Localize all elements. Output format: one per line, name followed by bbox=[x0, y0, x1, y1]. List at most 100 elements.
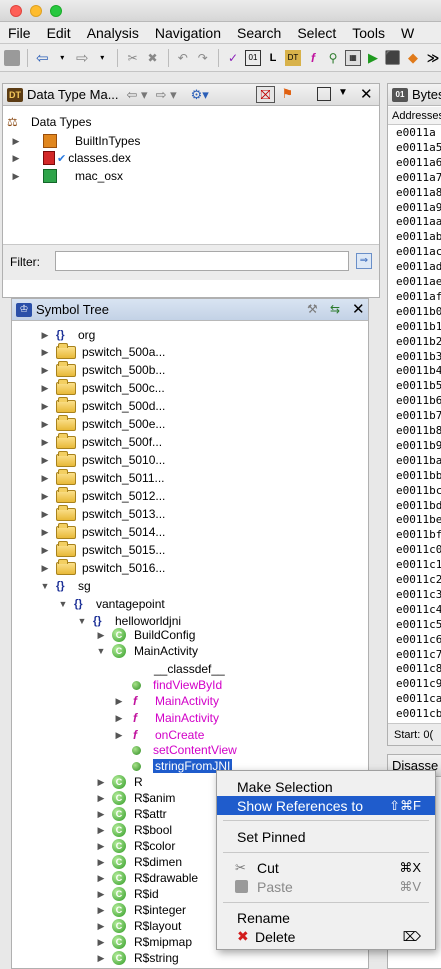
expand-arrow-icon[interactable]: ▶ bbox=[96, 857, 106, 868]
address-row[interactable]: e0011b1 bbox=[396, 320, 441, 334]
make-selection-menu-item[interactable]: Make Selection bbox=[217, 777, 435, 796]
filter-input[interactable] bbox=[55, 251, 349, 271]
address-row[interactable]: e0011a bbox=[396, 126, 436, 140]
archive-icon[interactable]: ⚑ bbox=[278, 86, 297, 103]
expand-arrow-icon[interactable]: ▶ bbox=[96, 937, 106, 948]
collapse-arrow-icon[interactable]: ▼ bbox=[40, 581, 50, 591]
tree-item-mainactivity[interactable]: ▼CMainActivity bbox=[96, 643, 198, 659]
menu-analysis[interactable]: Analysis bbox=[79, 25, 147, 41]
address-row[interactable]: e0011bb bbox=[396, 469, 441, 483]
expand-arrow-icon[interactable]: ▶ bbox=[11, 153, 21, 164]
address-row[interactable]: e0011c3 bbox=[396, 588, 441, 602]
address-row[interactable]: e0011ca bbox=[396, 692, 441, 706]
tree-item-pswitch[interactable]: ▶pswitch_5012... bbox=[40, 488, 165, 504]
delete-menu-item[interactable]: ✖Delete⌦ bbox=[217, 927, 435, 946]
tree-item-pswitch[interactable]: ▶pswitch_500d... bbox=[40, 398, 165, 414]
menu-tools[interactable]: Tools bbox=[344, 25, 393, 41]
expand-arrow-icon[interactable]: ▶ bbox=[40, 347, 50, 358]
tree-item-pswitch[interactable]: ▶pswitch_500f... bbox=[40, 434, 162, 450]
back-arrow-icon[interactable]: ⇦ bbox=[34, 50, 50, 66]
address-row[interactable]: e0011bc bbox=[396, 484, 441, 498]
tree-item-sg[interactable]: ▼{}sg bbox=[40, 578, 91, 594]
address-row[interactable]: e0011ae bbox=[396, 275, 441, 289]
tree-item-builtintypes[interactable]: ▶ BuiltInTypes bbox=[11, 133, 140, 149]
overflow-icon[interactable]: ≫ bbox=[425, 50, 441, 66]
collapse-arrow-icon[interactable]: ▼ bbox=[77, 616, 87, 626]
filter-options-icon[interactable]: ⇒ bbox=[356, 253, 372, 269]
expand-arrow-icon[interactable]: ▶ bbox=[96, 921, 106, 932]
tree-item-vantagepoint[interactable]: ▼{}vantagepoint bbox=[58, 596, 165, 612]
address-row[interactable]: e0011b8 bbox=[396, 424, 441, 438]
undo-icon[interactable]: ↶ bbox=[175, 50, 191, 66]
tree-item-r-mipmap[interactable]: ▶CR$mipmap bbox=[96, 934, 192, 950]
memory-icon[interactable]: ▦ bbox=[345, 50, 361, 66]
tree-item-org[interactable]: ▶{}org bbox=[40, 327, 95, 343]
menu-edit[interactable]: Edit bbox=[39, 25, 79, 41]
address-row[interactable]: e0011aa bbox=[396, 215, 441, 229]
rename-menu-item[interactable]: Rename bbox=[217, 908, 435, 927]
expand-arrow-icon[interactable]: ▶ bbox=[40, 401, 50, 412]
expand-arrow-icon[interactable]: ▶ bbox=[40, 545, 50, 556]
expand-arrow-icon[interactable]: ▶ bbox=[40, 509, 50, 520]
expand-arrow-icon[interactable]: ▶ bbox=[40, 330, 50, 341]
expand-arrow-icon[interactable]: ▶ bbox=[96, 793, 106, 804]
expand-arrow-icon[interactable]: ▶ bbox=[40, 563, 50, 574]
tree-item-r-layout[interactable]: ▶CR$layout bbox=[96, 918, 181, 934]
filter-toggle-icon[interactable]: ⛝ bbox=[256, 86, 275, 103]
tree-item-pswitch[interactable]: ▶pswitch_5016... bbox=[40, 560, 165, 576]
address-row[interactable]: e0011c9 bbox=[396, 677, 441, 691]
data-type-icon[interactable]: DT bbox=[285, 50, 301, 66]
close-panel-icon[interactable]: ✕ bbox=[360, 85, 373, 103]
address-row[interactable]: e0011ad bbox=[396, 260, 441, 274]
tree-item-pswitch[interactable]: ▶pswitch_5010... bbox=[40, 452, 165, 468]
expand-arrow-icon[interactable]: ▶ bbox=[96, 809, 106, 820]
checkmark-icon[interactable]: ✓ bbox=[225, 50, 241, 66]
redo-icon[interactable]: ↷ bbox=[195, 50, 211, 66]
tree-item-pswitch[interactable]: ▶pswitch_500e... bbox=[40, 416, 165, 432]
tree-item-pswitch[interactable]: ▶pswitch_500a... bbox=[40, 344, 165, 360]
tree-item-pswitch[interactable]: ▶pswitch_5015... bbox=[40, 542, 165, 558]
address-row[interactable]: e0011c2 bbox=[396, 573, 441, 587]
address-row[interactable]: e0011ac bbox=[396, 245, 441, 259]
address-row[interactable]: e0011c4 bbox=[396, 603, 441, 617]
address-row[interactable]: e0011b2 bbox=[396, 335, 441, 349]
cut-icon[interactable]: ✂ bbox=[125, 50, 141, 66]
tree-item-r-attr[interactable]: ▶CR$attr bbox=[96, 806, 167, 822]
forward-arrow-icon[interactable]: ⇨ ▾ bbox=[156, 87, 177, 103]
cut-menu-item[interactable]: ✂Cut⌘X bbox=[217, 858, 435, 877]
address-row[interactable]: e0011c8 bbox=[396, 662, 441, 676]
collapse-arrow-icon[interactable]: ▼ bbox=[58, 599, 68, 609]
expand-arrow-icon[interactable]: ▶ bbox=[40, 491, 50, 502]
address-row[interactable]: e0011a5 bbox=[396, 141, 441, 155]
expand-arrow-icon[interactable]: ▶ bbox=[40, 383, 50, 394]
menu-navigation[interactable]: Navigation bbox=[147, 25, 229, 41]
zoom-window-button[interactable] bbox=[50, 5, 62, 17]
close-panel-icon[interactable]: ✕ bbox=[352, 300, 365, 318]
address-row[interactable]: e0011af bbox=[396, 290, 441, 304]
data-icon[interactable]: 01 bbox=[245, 50, 261, 66]
address-row[interactable]: e0011c1 bbox=[396, 558, 441, 572]
paste-menu-item[interactable]: Paste⌘V bbox=[217, 877, 435, 896]
expand-arrow-icon[interactable]: ▶ bbox=[40, 419, 50, 430]
tree-item-pswitch[interactable]: ▶pswitch_5011... bbox=[40, 470, 165, 486]
address-row[interactable]: e0011bf bbox=[396, 528, 441, 542]
menu-search[interactable]: Search bbox=[229, 25, 289, 41]
tree-item-r-dimen[interactable]: ▶CR$dimen bbox=[96, 854, 182, 870]
navigate-icon[interactable]: ⇆ bbox=[330, 302, 340, 316]
tree-item-r-color[interactable]: ▶CR$color bbox=[96, 838, 175, 854]
expand-arrow-icon[interactable]: ▶ bbox=[114, 713, 124, 724]
address-row[interactable]: e0011c0 bbox=[396, 543, 441, 557]
back-dropdown-icon[interactable]: ▾ bbox=[54, 50, 70, 66]
expand-arrow-icon[interactable]: ▶ bbox=[114, 696, 124, 707]
address-row[interactable]: e0011b5 bbox=[396, 379, 441, 393]
expand-arrow-icon[interactable]: ▶ bbox=[40, 527, 50, 538]
tree-item-mainactivity-ctor[interactable]: ▶fMainActivity bbox=[114, 693, 219, 709]
tree-item-r-id[interactable]: ▶CR$id bbox=[96, 886, 159, 902]
script-icon[interactable]: ⬛ bbox=[385, 50, 401, 66]
tree-item-setcontentview[interactable]: setContentView bbox=[130, 742, 237, 758]
close-window-button[interactable] bbox=[10, 5, 22, 17]
panel-menu-icon[interactable]: ▼ bbox=[338, 87, 348, 98]
expand-arrow-icon[interactable]: ▶ bbox=[114, 730, 124, 741]
run-icon[interactable]: ▶ bbox=[365, 50, 381, 66]
minimize-panel-icon[interactable] bbox=[317, 87, 331, 101]
